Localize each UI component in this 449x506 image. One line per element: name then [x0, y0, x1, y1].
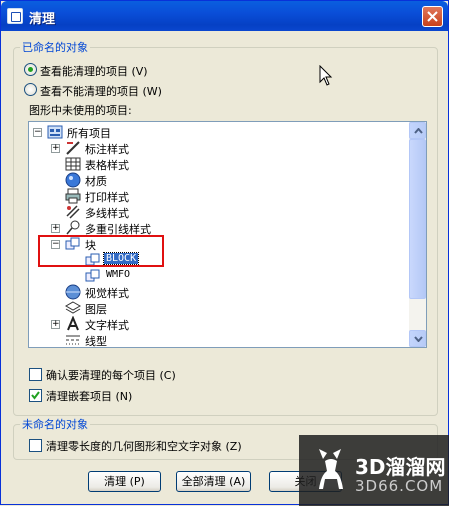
tree-caption: 图形中未使用的项目: — [29, 104, 132, 117]
tree-label: 打印样式 — [85, 191, 129, 204]
purge-dialog: 清理 已命名的对象 查看能清理的项目 (V) 查看不能清理的项目 (W) 图形中… — [0, 0, 449, 506]
purge-button[interactable]: 清理 (P) — [88, 471, 161, 492]
tree-node-plotstyle[interactable]: 打印样式 — [29, 188, 409, 204]
highlight-annotation — [38, 235, 164, 267]
watermark-subtitle: 3D66.COM — [355, 477, 444, 495]
tree-label: 视觉样式 — [85, 287, 129, 300]
chevron-up-icon — [414, 128, 423, 134]
layer-icon — [65, 301, 81, 314]
deer-logo-icon — [319, 449, 343, 489]
tree-node-block-wmfo[interactable]: WMFO — [29, 268, 409, 284]
scroll-thumb[interactable] — [409, 139, 426, 299]
multileader-style-icon — [66, 220, 80, 235]
table-style-icon — [65, 157, 81, 171]
scroll-down-button[interactable] — [409, 330, 426, 347]
tree-node-visualstyle[interactable]: 视觉样式 — [29, 284, 409, 300]
radio-view-unpurgeable[interactable] — [24, 83, 37, 96]
expand-icon[interactable]: + — [51, 224, 60, 233]
printer-icon — [65, 188, 81, 204]
tree-node-mlinestyle[interactable]: 多线样式 — [29, 204, 409, 220]
tree-node-material[interactable]: 材质 — [29, 172, 409, 188]
radio-view-purgeable-label[interactable]: 查看能清理的项目 (V) — [40, 63, 148, 79]
confirm-each-label[interactable]: 确认要清理的每个项目 (C) — [46, 367, 176, 383]
watermark-title: 3D溜溜网 — [355, 455, 446, 479]
tree-node-tablestyle[interactable]: 表格样式 — [29, 156, 409, 172]
unnamed-objects-legend: 未命名的对象 — [22, 418, 88, 431]
tree-label: 标注样式 — [85, 143, 129, 156]
zero-length-checkbox[interactable] — [29, 439, 42, 452]
linetype-icon — [66, 335, 80, 345]
multiline-style-icon — [66, 205, 80, 219]
chevron-down-icon — [414, 336, 423, 342]
tree-node-layer[interactable]: 图层 — [29, 300, 409, 316]
purge-all-button[interactable]: 全部清理 (A) — [176, 471, 251, 492]
material-icon — [65, 172, 81, 188]
block-icon — [85, 269, 100, 282]
tree-node-textstyle[interactable]: + 文字样式 — [29, 316, 409, 332]
app-icon — [7, 8, 23, 24]
purge-nested-checkbox[interactable] — [29, 389, 42, 402]
tree-label: 线型 — [85, 335, 107, 348]
tree-label: 多线样式 — [85, 207, 129, 220]
mouse-cursor-icon — [319, 65, 333, 86]
text-style-icon — [67, 316, 79, 331]
all-items-icon — [47, 125, 63, 139]
watermark: 3D溜溜网 3D66.COM — [299, 435, 449, 506]
expand-icon[interactable]: + — [51, 320, 60, 329]
tree-node-linetype[interactable]: 线型 — [29, 332, 409, 348]
scroll-up-button[interactable] — [409, 122, 426, 139]
tree-label: WMFO — [106, 269, 131, 280]
visual-style-icon — [65, 284, 81, 300]
tree-scrollbar[interactable] — [409, 122, 426, 347]
radio-view-purgeable[interactable] — [24, 63, 37, 76]
tree-label-root: 所有项目 — [67, 127, 111, 140]
window-title: 清理 — [29, 12, 56, 27]
tree-label: 文字样式 — [85, 319, 129, 332]
close-window-button[interactable] — [422, 6, 443, 27]
tree-label: 图层 — [85, 303, 107, 316]
title-bar[interactable]: 清理 — [1, 1, 448, 31]
expand-icon[interactable]: + — [51, 144, 60, 153]
tree-node-mleaderstyle[interactable]: + 多重引线样式 — [29, 220, 409, 236]
dimension-style-icon — [66, 141, 80, 155]
tree-node-root[interactable]: − 所有项目 — [29, 124, 409, 140]
collapse-icon[interactable]: − — [33, 128, 42, 137]
close-icon — [427, 11, 438, 22]
confirm-each-checkbox[interactable] — [29, 368, 42, 381]
tree-label: 材质 — [85, 175, 107, 188]
checkmark-icon — [31, 391, 40, 400]
named-objects-legend: 已命名的对象 — [22, 41, 88, 54]
purge-nested-label[interactable]: 清理嵌套项目 (N) — [46, 388, 132, 404]
tree-label: 表格样式 — [85, 159, 129, 172]
tree-node-dimstyle[interactable]: + 标注样式 — [29, 140, 409, 156]
radio-view-unpurgeable-label[interactable]: 查看不能清理的项目 (W) — [40, 83, 162, 99]
zero-length-label[interactable]: 清理零长度的几何图形和空文字对象 (Z) — [46, 438, 242, 454]
